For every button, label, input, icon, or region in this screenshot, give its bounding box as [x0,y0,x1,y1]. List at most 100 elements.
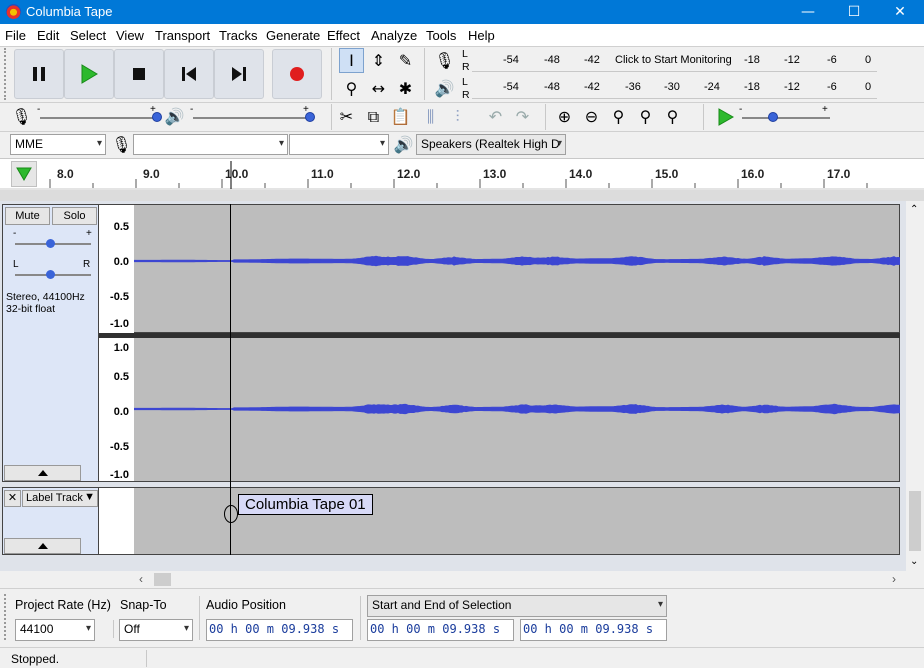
play-at-speed-button[interactable] [712,104,737,129]
fit-project-button[interactable]: ⚲ [633,104,658,129]
play-tick: -6 [827,81,837,93]
recording-channels-select[interactable]: ▾ [289,134,389,155]
vertical-scale[interactable]: 0.5 0.0 -0.5 -1.0 1.0 0.5 0.0 -0.5 -1.0 [99,204,134,482]
collapse-track-button[interactable] [4,538,81,554]
close-track-button[interactable]: ✕ [4,490,21,507]
fit-selection-button[interactable]: ⚲ [606,104,631,129]
play-meter-button[interactable]: 🔊 [432,76,457,101]
zoom-toggle-button[interactable]: ⚲ [660,104,685,129]
play-meter[interactable]: -54 -48 -42 -36 -30 -24 -18 -12 -6 0 [472,77,877,99]
menu-help[interactable]: Help [468,28,495,43]
chevron-down-icon: ▾ [183,623,189,634]
draw-tool-button[interactable]: ✎ [393,48,418,73]
chevron-down-icon[interactable]: ⌄ [910,556,918,567]
scroll-thumb[interactable] [154,573,171,586]
play-button[interactable] [64,49,114,99]
copy-button[interactable]: ⧉ [361,104,386,129]
minimize-button[interactable]: — [785,0,831,24]
selection-start-field[interactable]: 00 h 00 m 09.938 s [367,619,514,641]
redo-button[interactable]: ↷ [510,104,535,129]
microphone-icon: 🎙 [111,135,132,154]
label-anchor-handle[interactable] [224,505,238,523]
project-rate-select[interactable]: 44100 ▾ [15,619,95,641]
toolbar-grip[interactable] [4,594,7,640]
trim-button[interactable]: ⫼ [418,104,443,129]
maximize-button[interactable]: ☐ [831,0,877,24]
collapse-track-button[interactable] [4,465,81,481]
menu-transport[interactable]: Transport [155,28,210,43]
record-tick: -42 [584,54,600,66]
time-shift-tool-button[interactable]: ↔ [366,76,391,101]
recording-device-select[interactable]: ▾ [133,134,288,155]
waveform-channel-right[interactable] [133,338,901,482]
menu-select[interactable]: Select [70,28,106,43]
selection-tool-button[interactable]: I [339,48,364,73]
timeline-ruler[interactable]: 8.0 9.0 10.0 11.0 12.0 13.0 14.0 15.0 16… [0,158,924,202]
selection-mode-select[interactable]: Start and End of Selection ▾ [367,595,667,617]
menu-generate[interactable]: Generate [266,28,320,43]
solo-button[interactable]: Solo [52,207,97,225]
audio-position-value: 00 h 00 m 09.938 s [209,622,340,636]
play-speed-slider[interactable] [742,117,830,119]
waveform-channel-left[interactable] [133,204,901,333]
separator [545,104,546,130]
gain-thumb[interactable] [46,239,55,248]
play-tick: -18 [744,81,760,93]
vertical-scrollbar[interactable]: ⌃ ⌄ [906,201,924,571]
menu-effect[interactable]: Effect [327,28,360,43]
label-track-area[interactable]: Columbia Tape 01 [134,487,900,555]
pan-thumb[interactable] [46,270,55,279]
start-monitoring-text[interactable]: Click to Start Monitoring [615,54,732,66]
cut-button[interactable]: ✂ [334,104,359,129]
menu-view[interactable]: View [116,28,144,43]
slider-max-label: + [150,104,156,115]
record-meter[interactable]: -54 -48 -42 Click to Start Monitoring -1… [472,50,877,72]
menu-analyze[interactable]: Analyze [371,28,417,43]
track-name-menu[interactable]: Label Track ▼ [22,490,98,507]
playback-volume-slider[interactable] [193,117,311,119]
selection-end-value: 00 h 00 m 09.938 s [523,622,654,636]
mute-button[interactable]: Mute [5,207,50,225]
multi-tool-button[interactable]: ✱ [393,76,418,101]
close-button[interactable]: ✕ [877,0,923,24]
playback-device-select[interactable]: Speakers (Realtek High D ▾ [416,134,566,155]
skip-to-end-button[interactable] [214,49,264,99]
scroll-thumb[interactable] [909,491,921,551]
menu-edit[interactable]: Edit [37,28,59,43]
label-text-box[interactable]: Columbia Tape 01 [238,494,373,515]
menu-file[interactable]: File [5,28,26,43]
playback-device-value: Speakers (Realtek High D [421,137,560,151]
audio-position-field[interactable]: 00 h 00 m 09.938 s [206,619,353,641]
audio-host-select[interactable]: MME ▾ [10,134,106,155]
record-meter-button[interactable]: 🎙 [432,48,457,73]
zoom-out-button[interactable]: ⊖ [579,104,604,129]
zoom-in-icon: ⊕ [557,107,572,126]
play-speed-thumb[interactable] [768,112,778,122]
undo-button[interactable]: ↶ [483,104,508,129]
zoom-in-button[interactable]: ⊕ [552,104,577,129]
chevron-right-icon[interactable]: › [892,572,896,586]
snap-to-select[interactable]: Off ▾ [119,619,193,641]
record-button[interactable] [272,49,322,99]
snap-to-label: Snap-To [120,598,167,612]
magnifier-icon: ⚲ [345,79,358,98]
horizontal-scrollbar[interactable]: ‹ › [134,571,906,588]
zoom-tool-button[interactable]: ⚲ [339,76,364,101]
silence-button[interactable]: ⫶ [445,104,470,129]
envelope-tool-button[interactable]: ⇕ [366,48,391,73]
pause-button[interactable] [14,49,64,99]
scale-label: -1.0 [110,469,129,481]
audio-position-label: Audio Position [206,598,286,612]
chevron-up-icon[interactable]: ⌃ [910,204,918,215]
toolbar-grip[interactable] [4,48,7,100]
skip-to-start-button[interactable] [164,49,214,99]
playback-volume-icon: 🔊 [162,104,187,129]
paste-button[interactable]: 📋 [388,104,413,129]
chevron-left-icon[interactable]: ‹ [139,572,143,586]
stop-button[interactable] [114,49,164,99]
selection-end-field[interactable]: 00 h 00 m 09.938 s [520,619,667,641]
status-text: Stopped. [11,652,60,666]
menu-tools[interactable]: Tools [426,28,456,43]
menu-tracks[interactable]: Tracks [219,28,258,43]
recording-volume-slider[interactable] [40,117,158,119]
